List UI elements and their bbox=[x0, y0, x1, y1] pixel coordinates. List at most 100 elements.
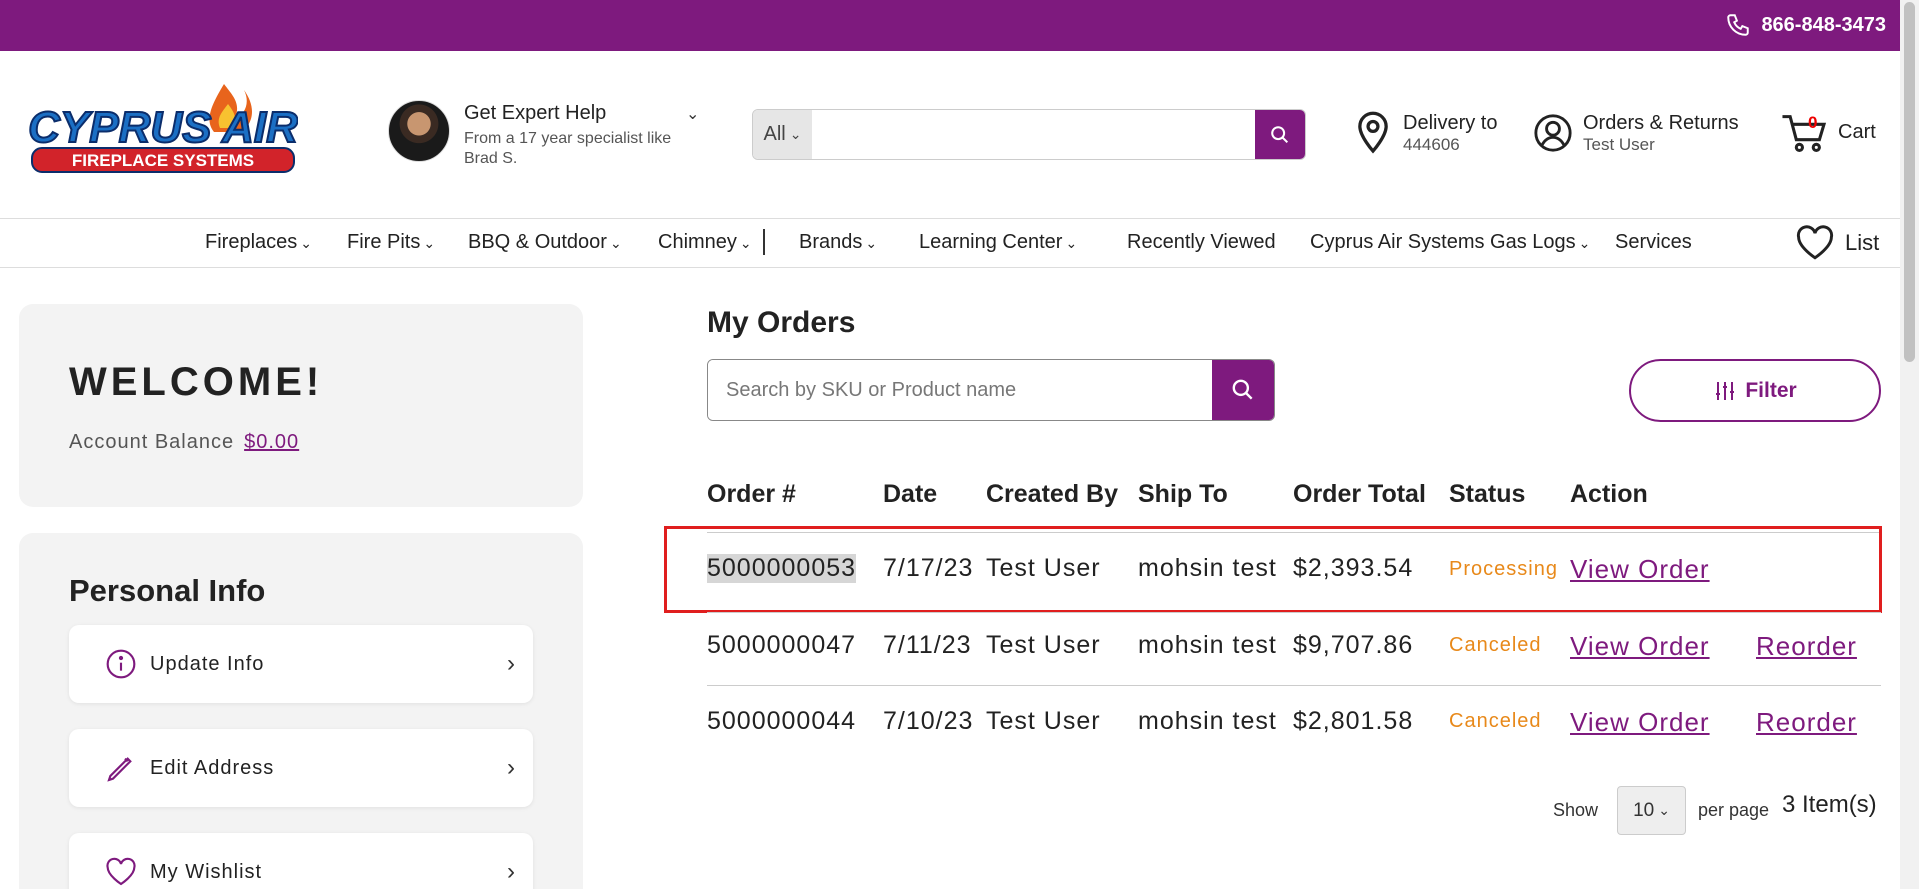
chevron-down-icon: ⌄ bbox=[1658, 802, 1670, 818]
chevron-down-icon: ⌄ bbox=[1065, 235, 1078, 251]
show-label: Show bbox=[1553, 800, 1599, 820]
logo-subtext: FIREPLACE SYSTEMS bbox=[72, 151, 254, 170]
phone-icon bbox=[1727, 14, 1750, 36]
search-icon bbox=[1232, 379, 1253, 400]
orders-returns-label: Orders & Returns bbox=[1583, 111, 1739, 134]
search-scope-select[interactable]: All ⌄ bbox=[753, 110, 812, 159]
update-info-label: Update Info bbox=[150, 652, 265, 675]
info-icon bbox=[106, 649, 136, 679]
cyprus-air-logo[interactable]: CYPRUS AIR FIREPLACE SYSTEMS bbox=[28, 74, 298, 176]
my-wishlist-link[interactable]: My Wishlist › bbox=[69, 833, 533, 889]
per-page-label: per page bbox=[1698, 800, 1770, 820]
reorder-link[interactable]: Reorder bbox=[1756, 707, 1857, 738]
order-search bbox=[707, 359, 1275, 421]
col-header-order: Order # bbox=[707, 480, 796, 508]
order-search-button[interactable] bbox=[1212, 360, 1274, 420]
col-header-created-by: Created By bbox=[986, 480, 1118, 508]
order-number: 5000000047 bbox=[707, 631, 857, 659]
nav-chimney[interactable]: Chimney ⌄ bbox=[658, 231, 752, 254]
account-user: Test User bbox=[1583, 134, 1655, 154]
welcome-card: WELCOME! Account Balance $0.00 bbox=[19, 304, 583, 507]
delivery-label: Delivery to bbox=[1403, 111, 1498, 134]
search-button[interactable] bbox=[1255, 110, 1305, 159]
order-total: $9,707.86 bbox=[1293, 631, 1414, 659]
logo-text: CYPRUS AIR bbox=[28, 103, 298, 152]
col-header-order-total: Order Total bbox=[1293, 480, 1426, 508]
my-wishlist-label: My Wishlist bbox=[150, 860, 263, 883]
nav-label: Brands bbox=[799, 231, 863, 253]
scrollbar-thumb[interactable] bbox=[1904, 2, 1915, 362]
main-nav: Fireplaces ⌄ Fire Pits ⌄ BBQ & Outdoor ⌄ Ch… bbox=[0, 218, 1900, 268]
expert-help-title: Get Expert Help bbox=[464, 102, 607, 124]
search-scope-value: All bbox=[763, 123, 786, 145]
nav-brands[interactable]: Brands ⌄ bbox=[799, 231, 877, 254]
balance-value-link[interactable]: $0.00 bbox=[244, 431, 299, 453]
cart-link[interactable]: Cart bbox=[1780, 112, 1876, 152]
reorder-link[interactable]: Reorder bbox=[1756, 631, 1857, 662]
chevron-down-icon[interactable]: ⌄ bbox=[686, 104, 699, 124]
per-page-value: 10 bbox=[1633, 799, 1655, 821]
nav-gas-logs[interactable]: Cyprus Air Systems Gas Logs ⌄ bbox=[1310, 231, 1590, 254]
expert-help[interactable]: Get Expert Help From a 17 year specialis… bbox=[388, 100, 704, 169]
edit-address-link[interactable]: Edit Address › bbox=[69, 729, 533, 807]
chevron-down-icon: ⌄ bbox=[865, 235, 878, 251]
nav-label: Recently Viewed bbox=[1127, 231, 1276, 253]
expert-help-subtitle: From a 17 year specialist like Brad S. bbox=[464, 130, 672, 167]
nav-fire-pits[interactable]: Fire Pits ⌄ bbox=[347, 231, 435, 254]
location-pin-icon bbox=[1358, 111, 1388, 154]
per-page-select[interactable]: 10 ⌄ bbox=[1617, 786, 1686, 835]
phone-number: 866-848-3473 bbox=[1761, 13, 1886, 36]
search-input[interactable] bbox=[812, 110, 1255, 159]
heart-icon bbox=[1796, 225, 1834, 260]
cart-label: Cart bbox=[1838, 120, 1876, 143]
pencil-icon bbox=[107, 757, 132, 782]
nav-learning-center[interactable]: Learning Center ⌄ bbox=[919, 231, 1077, 254]
chevron-down-icon: ⌄ bbox=[1578, 235, 1591, 251]
page-title: My Orders bbox=[707, 306, 856, 339]
view-order-link[interactable]: View Order bbox=[1570, 707, 1710, 738]
chevron-right-icon: › bbox=[507, 858, 515, 885]
filter-button[interactable]: Filter bbox=[1629, 359, 1881, 422]
order-ship-to: mohsin test bbox=[1138, 631, 1277, 659]
page-scrollbar[interactable] bbox=[1900, 0, 1919, 889]
chevron-down-icon: ⌄ bbox=[423, 235, 436, 251]
status-badge: Canceled bbox=[1449, 710, 1542, 732]
update-info-link[interactable]: Update Info › bbox=[69, 625, 533, 703]
nav-label: Services bbox=[1615, 231, 1692, 253]
search-icon bbox=[1271, 125, 1289, 143]
sliders-icon bbox=[1716, 381, 1735, 400]
user-icon bbox=[1534, 114, 1572, 152]
nav-recently-viewed[interactable]: Recently Viewed bbox=[1127, 231, 1276, 254]
delivery-location[interactable]: Delivery to 444606 bbox=[1353, 110, 1497, 156]
nav-fireplaces[interactable]: Fireplaces ⌄ bbox=[205, 231, 312, 254]
nav-services[interactable]: Services bbox=[1615, 231, 1692, 254]
nav-label: BBQ & Outdoor bbox=[468, 231, 607, 253]
order-search-input[interactable] bbox=[708, 360, 1212, 420]
phone-link[interactable]: 866-848-3473 bbox=[1725, 12, 1886, 38]
chevron-right-icon: › bbox=[507, 754, 515, 781]
col-header-status: Status bbox=[1449, 480, 1526, 508]
account-link[interactable]: Orders & Returns Test User bbox=[1533, 110, 1739, 156]
order-created-by: Test User bbox=[986, 707, 1101, 735]
row-divider bbox=[707, 612, 1881, 613]
col-header-ship-to: Ship To bbox=[1138, 480, 1228, 508]
order-number: 5000000044 bbox=[707, 707, 857, 735]
delivery-zip: 444606 bbox=[1403, 134, 1460, 154]
account-balance: Account Balance $0.00 bbox=[69, 431, 299, 454]
cart-icon bbox=[1782, 115, 1827, 152]
view-order-link[interactable]: View Order bbox=[1570, 631, 1710, 662]
item-count: 3 Item(s) bbox=[1782, 791, 1877, 818]
order-date: 7/11/23 bbox=[883, 631, 972, 659]
wishlist-label: List bbox=[1845, 230, 1880, 255]
status-badge: Canceled bbox=[1449, 634, 1542, 656]
chevron-down-icon: ⌄ bbox=[609, 235, 622, 251]
nav-label: Learning Center bbox=[919, 231, 1063, 253]
col-header-date: Date bbox=[883, 480, 938, 508]
site-search: All ⌄ bbox=[752, 109, 1306, 160]
welcome-heading: WELCOME! bbox=[69, 360, 324, 404]
order-ship-to: mohsin test bbox=[1138, 707, 1277, 735]
nav-bbq-outdoor[interactable]: BBQ & Outdoor ⌄ bbox=[468, 231, 622, 254]
wishlist-link[interactable]: List bbox=[1795, 225, 1879, 261]
order-total: $2,801.58 bbox=[1293, 707, 1414, 735]
order-created-by: Test User bbox=[986, 631, 1101, 659]
